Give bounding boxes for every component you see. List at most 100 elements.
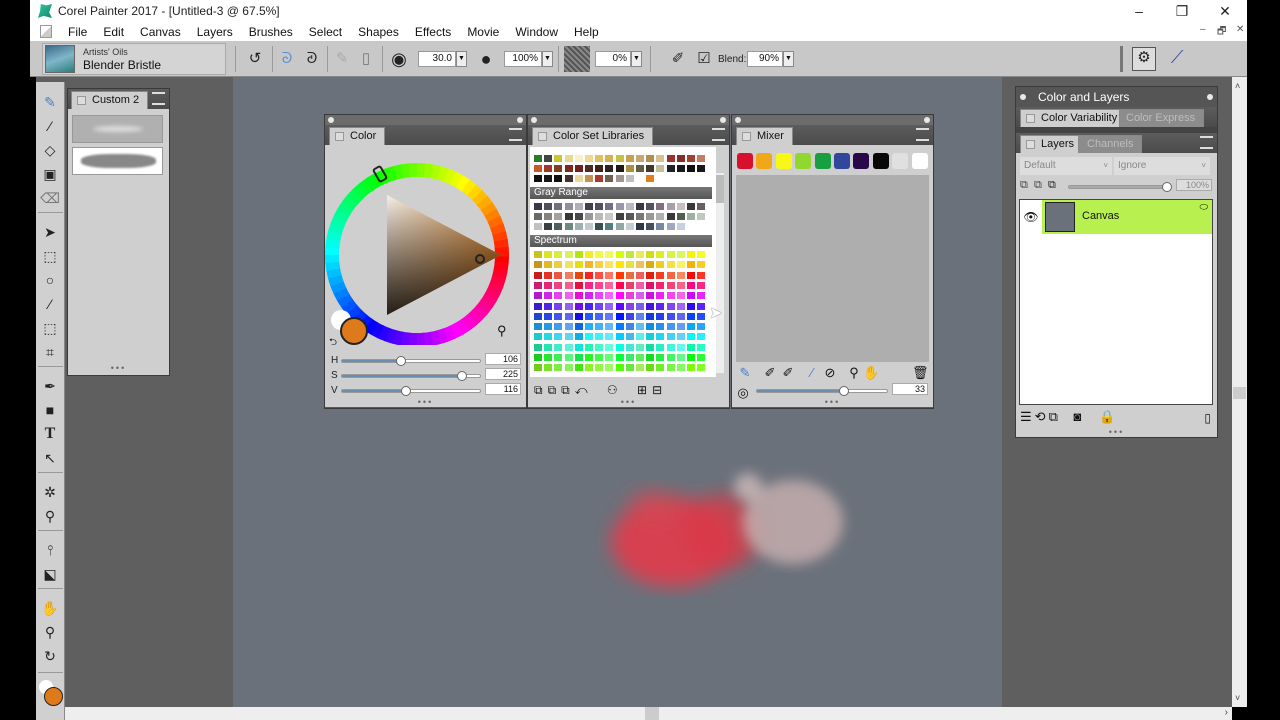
color-swatch[interactable] [676,223,685,230]
color-swatch[interactable] [636,333,644,341]
color-swatch[interactable] [687,261,695,269]
color-swatch[interactable] [666,292,675,300]
color-swatch[interactable] [615,251,624,258]
dropper-tool-icon[interactable]: ⁄ [40,116,60,136]
delete-layer-icon[interactable]: ▯ [1204,411,1211,425]
color-swatch[interactable] [564,292,573,300]
color-swatch[interactable] [656,302,665,310]
tab-color[interactable]: Color [329,127,386,145]
blend-icon[interactable]: ☑ [694,49,714,69]
color-swatch[interactable] [554,354,563,361]
color-swatch[interactable] [676,165,685,172]
scroll-down-icon[interactable]: ˅ [1235,693,1240,703]
mixer-color-swatch[interactable] [834,153,850,169]
color-swatch[interactable] [615,281,624,289]
color-swatch[interactable] [564,312,573,320]
doc-minimize-button[interactable]: – [1200,24,1206,35]
color-swatch[interactable] [666,323,675,331]
color-swatch[interactable] [615,364,624,372]
blend-field[interactable]: 90% [747,51,783,67]
color-swatch[interactable] [544,175,553,182]
scroll-right-icon[interactable]: › [1225,707,1228,718]
doc-close-button[interactable]: ✕ [1236,24,1244,35]
color-swatch[interactable] [534,281,542,289]
color-swatch[interactable] [605,323,614,331]
color-swatch[interactable] [636,251,644,258]
color-swatch[interactable] [605,333,614,341]
color-swatch[interactable] [676,323,685,331]
color-swatch[interactable] [534,333,542,341]
color-swatch[interactable] [656,281,665,289]
color-swatch[interactable] [574,271,583,279]
pick-up-underlying-color-icon[interactable]: ⧉ [1034,179,1042,192]
color-swatch[interactable] [656,354,665,361]
color-swatch[interactable] [666,223,675,230]
grain-field[interactable]: 0% [595,51,631,67]
color-swatch[interactable] [574,251,583,258]
mixer-color-swatch[interactable] [911,153,928,169]
reset-tool-icon[interactable]: ↺ [245,49,265,69]
lasso-tool-icon[interactable]: ○ [40,270,60,290]
color-swatch[interactable] [697,302,706,310]
color-swatch[interactable] [687,312,695,320]
color-swatch[interactable] [687,155,695,162]
stroke-attributes-icon[interactable]: ✎ [332,49,352,69]
mixer-color-swatch[interactable] [872,153,889,169]
color-swatch[interactable] [615,343,624,351]
color-swatch[interactable] [574,203,583,210]
remove-color-icon[interactable]: ⊟ [652,383,667,397]
color-swatch[interactable] [687,302,695,310]
grabber-tool-icon[interactable]: ✋ [40,598,60,618]
shape-selection-tool-icon[interactable]: ↖ [40,448,60,468]
clone-color-icon[interactable]: ⚲ [497,323,507,339]
color-swatch[interactable] [544,292,553,300]
color-swatch[interactable] [534,165,542,172]
mixer-color-swatch[interactable] [737,153,753,169]
color-swatch[interactable] [646,261,655,269]
color-swatch[interactable] [676,343,685,351]
color-swatch[interactable] [554,333,563,341]
color-swatch[interactable] [656,155,665,162]
brush-tool-icon[interactable]: ✎ [40,92,60,112]
mixer-brush-size-value[interactable]: 33 [892,383,928,395]
color-swatch[interactable] [697,281,706,289]
preserve-transparency-icon[interactable]: ⧉ [1020,179,1028,192]
brush-size-field[interactable]: 30.0 [418,51,456,67]
color-swatch[interactable] [585,223,593,230]
color-swatch[interactable] [605,175,614,182]
sample-multiple-colors-icon[interactable]: ⊘ [822,365,838,381]
color-swatch[interactable] [636,354,644,361]
color-swatch[interactable] [646,281,655,289]
find-color-icon[interactable]: ⚇ [607,383,623,397]
brush-size-icon[interactable]: ◉ [389,49,409,69]
color-swatch[interactable] [697,261,706,269]
restore-button[interactable]: ❐ [1160,0,1204,22]
color-swatch[interactable] [585,175,593,182]
mixer-color-swatch[interactable] [775,153,792,169]
perspective-guides-tool-icon[interactable]: ⬕ [40,564,60,584]
menu-effects[interactable]: Effects [407,25,459,39]
color-swatch[interactable] [687,292,695,300]
panel-resize-handle[interactable]: ••• [418,397,433,407]
scroll-up-icon[interactable]: ˄ [1235,81,1240,91]
color-swatch[interactable] [544,323,553,331]
panel-menu-icon[interactable] [916,128,929,141]
color-swatch[interactable] [625,155,634,162]
color-swatch[interactable] [564,223,573,230]
panel-resize-handle[interactable]: ••• [825,397,840,407]
color-swatch[interactable] [625,343,634,351]
color-swatch[interactable] [646,213,655,220]
open-color-set-icon[interactable]: ⧉ [561,383,575,397]
color-swatch[interactable] [544,251,553,258]
color-swatch[interactable] [574,155,583,162]
brush-size-dropdown[interactable]: ▼ [456,51,467,67]
color-swatch[interactable] [544,223,553,230]
color-swatch[interactable] [544,281,553,289]
close-tab-icon[interactable] [1026,140,1035,149]
color-swatch[interactable] [625,354,634,361]
color-swatch[interactable] [636,312,644,320]
color-swatch[interactable] [676,261,685,269]
tab-color-express[interactable]: Color Express [1119,109,1205,127]
color-swatch[interactable] [554,213,563,220]
color-swatch[interactable] [615,261,624,269]
